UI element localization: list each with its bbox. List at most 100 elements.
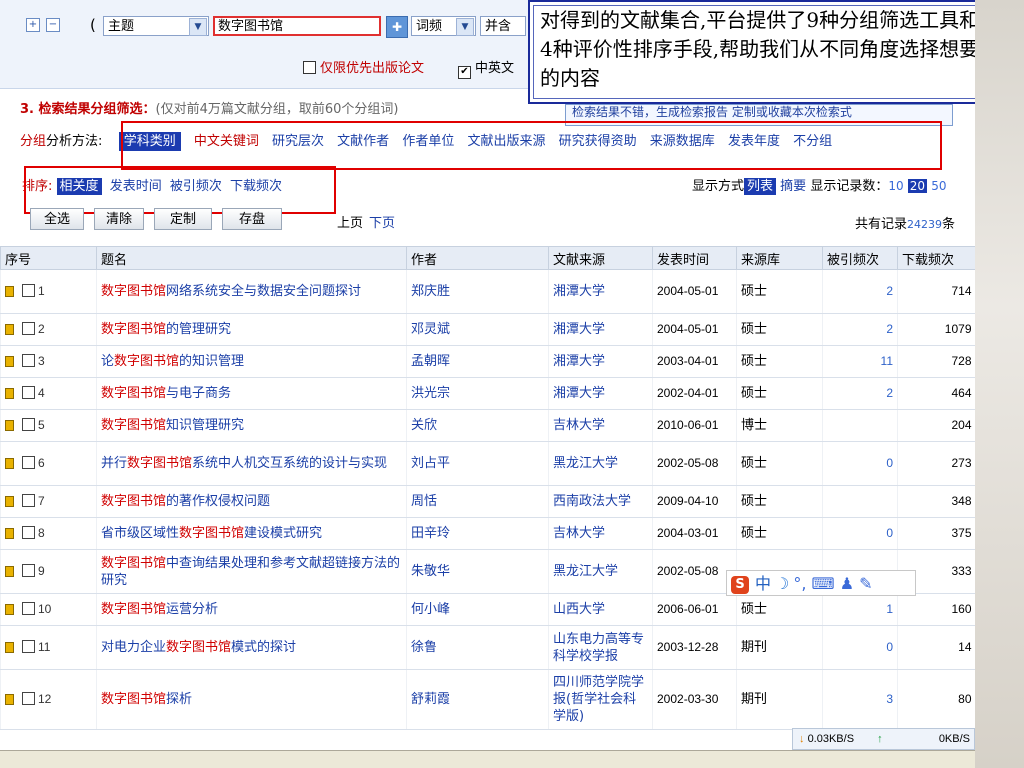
cell-author[interactable]: 邓灵斌: [406, 313, 549, 346]
ime-lang[interactable]: 中: [755, 574, 771, 593]
row-checkbox[interactable]: [22, 456, 35, 469]
cell-title[interactable]: 省市级区域性数字图书馆建设模式研究: [96, 517, 407, 550]
cell-title[interactable]: 数字图书馆的管理研究: [96, 313, 407, 346]
cell-cited[interactable]: 3: [822, 669, 898, 730]
keyword-input[interactable]: 数字图书馆: [213, 16, 381, 36]
save-button[interactable]: 存盘: [222, 208, 282, 230]
table-row[interactable]: 11 对电力企业数字图书馆模式的探讨 徐鲁 山东电力高等专科学校学报 2003-12-2…: [0, 625, 975, 670]
row-checkbox[interactable]: [22, 602, 35, 615]
cell-cited[interactable]: 0: [822, 441, 898, 486]
priority-option[interactable]: 仅限优先出版论文: [303, 57, 424, 76]
row-checkbox[interactable]: [22, 354, 35, 367]
cell-author[interactable]: 孟朝晖: [406, 345, 549, 378]
cell-cited[interactable]: 0: [822, 625, 898, 670]
ime-tools-icon[interactable]: °, ⌨ ♟ ✎: [793, 574, 872, 593]
row-checkbox[interactable]: [22, 494, 35, 507]
cell-title[interactable]: 数字图书馆中查询结果处理和参考文献超链接方法的研究: [96, 549, 407, 594]
row-checkbox[interactable]: [22, 640, 35, 653]
cell-source[interactable]: 吉林大学: [548, 409, 653, 442]
cell-cited[interactable]: 2: [822, 377, 898, 410]
cell-title[interactable]: 论数字图书馆的知识管理: [96, 345, 407, 378]
row-checkbox[interactable]: [22, 526, 35, 539]
row-checkbox[interactable]: [22, 386, 35, 399]
prev-page[interactable]: 上页: [337, 216, 363, 231]
lang-option[interactable]: ✔ 中英文: [458, 57, 514, 79]
cell-source[interactable]: 山西大学: [548, 593, 653, 626]
document-icon[interactable]: [5, 496, 14, 507]
document-icon[interactable]: [5, 356, 14, 367]
clear-button[interactable]: 清除: [94, 208, 144, 230]
cell-cited[interactable]: [822, 485, 898, 518]
cell-title[interactable]: 数字图书馆网络系统安全与数据安全问题探讨: [96, 269, 407, 314]
cell-title[interactable]: 数字图书馆探析: [96, 669, 407, 730]
table-row[interactable]: 7 数字图书馆的著作权侵权问题 周恬 西南政法大学 2009-04-10 硕士 348: [0, 485, 975, 518]
col-header-author[interactable]: 作者: [406, 246, 549, 270]
cell-author[interactable]: 田辛玲: [406, 517, 549, 550]
freq-select[interactable]: 词频 ▼: [411, 16, 476, 36]
document-icon[interactable]: [5, 694, 14, 705]
row-checkbox[interactable]: [22, 692, 35, 705]
col-header-downloads[interactable]: 下载频次: [897, 246, 975, 270]
display-list[interactable]: 列表: [744, 178, 777, 195]
cell-title[interactable]: 对电力企业数字图书馆模式的探讨: [96, 625, 407, 670]
cell-source[interactable]: 西南政法大学: [548, 485, 653, 518]
document-icon[interactable]: [5, 604, 14, 615]
cell-source[interactable]: 湘潭大学: [548, 269, 653, 314]
cell-author[interactable]: 郑庆胜: [406, 269, 549, 314]
col-header-db[interactable]: 来源库: [736, 246, 823, 270]
select-all-button[interactable]: 全选: [30, 208, 84, 230]
col-header-title[interactable]: 题名: [96, 246, 407, 270]
count-50[interactable]: 50: [931, 179, 946, 193]
cell-cited[interactable]: 11: [822, 345, 898, 378]
row-checkbox[interactable]: [22, 322, 35, 335]
minus-icon[interactable]: −: [46, 18, 60, 32]
ime-toolbar[interactable]: S 中 ☽ °, ⌨ ♟ ✎: [726, 570, 916, 596]
moon-icon[interactable]: ☽: [775, 574, 789, 593]
cell-cited[interactable]: 2: [822, 313, 898, 346]
row-checkbox[interactable]: [22, 418, 35, 431]
cell-source[interactable]: 黑龙江大学: [548, 441, 653, 486]
document-icon[interactable]: [5, 324, 14, 335]
cell-source[interactable]: 四川师范学院学报(哲学社会科学版): [548, 669, 653, 730]
priority-checkbox[interactable]: [303, 61, 316, 74]
col-header-source[interactable]: 文献来源: [548, 246, 653, 270]
table-row[interactable]: 6 并行数字图书馆系统中人机交互系统的设计与实现 刘占平 黑龙江大学 2002-05-0…: [0, 441, 975, 486]
document-icon[interactable]: [5, 420, 14, 431]
document-icon[interactable]: [5, 458, 14, 469]
next-page[interactable]: 下页: [369, 216, 395, 231]
cell-author[interactable]: 刘占平: [406, 441, 549, 486]
table-row[interactable]: 2 数字图书馆的管理研究 邓灵斌 湘潭大学 2004-05-01 硕士 2 1079: [0, 313, 975, 346]
count-10[interactable]: 10: [888, 179, 903, 193]
cell-title[interactable]: 并行数字图书馆系统中人机交互系统的设计与实现: [96, 441, 407, 486]
table-row[interactable]: 10 数字图书馆运营分析 何小峰 山西大学 2006-06-01 硕士 1 160: [0, 593, 975, 626]
cell-cited[interactable]: 1: [822, 593, 898, 626]
cell-author[interactable]: 何小峰: [406, 593, 549, 626]
cell-author[interactable]: 关欣: [406, 409, 549, 442]
cell-source[interactable]: 湘潭大学: [548, 345, 653, 378]
document-icon[interactable]: [5, 286, 14, 297]
document-icon[interactable]: [5, 528, 14, 539]
col-header-no[interactable]: 序号: [0, 246, 97, 270]
table-row[interactable]: 4 数字图书馆与电子商务 洪光宗 湘潭大学 2002-04-01 硕士 2 464: [0, 377, 975, 410]
row-checkbox[interactable]: [22, 564, 35, 577]
cell-title[interactable]: 数字图书馆的著作权侵权问题: [96, 485, 407, 518]
combine-select[interactable]: 并含: [480, 16, 526, 36]
cell-author[interactable]: 洪光宗: [406, 377, 549, 410]
plus-icon[interactable]: +: [26, 18, 40, 32]
field-select[interactable]: 主题 ▼: [103, 16, 209, 36]
document-icon[interactable]: [5, 388, 14, 399]
col-header-cited[interactable]: 被引频次: [822, 246, 898, 270]
customize-button[interactable]: 定制: [154, 208, 212, 230]
table-row[interactable]: 8 省市级区域性数字图书馆建设模式研究 田辛玲 吉林大学 2004-03-01 硕士 0 37…: [0, 517, 975, 550]
cell-source[interactable]: 黑龙江大学: [548, 549, 653, 594]
cell-author[interactable]: 舒莉霞: [406, 669, 549, 730]
cell-author[interactable]: 周恬: [406, 485, 549, 518]
lang-checkbox[interactable]: ✔: [458, 66, 471, 79]
cell-cited[interactable]: 2: [822, 269, 898, 314]
table-row[interactable]: 3 论数字图书馆的知识管理 孟朝晖 湘潭大学 2003-04-01 硕士 11 728: [0, 345, 975, 378]
cell-source[interactable]: 山东电力高等专科学校学报: [548, 625, 653, 670]
table-row[interactable]: 12 数字图书馆探析 舒莉霞 四川师范学院学报(哲学社会科学版) 2002-03-30 期…: [0, 669, 975, 730]
cell-source[interactable]: 湘潭大学: [548, 377, 653, 410]
cell-title[interactable]: 数字图书馆知识管理研究: [96, 409, 407, 442]
display-abstract[interactable]: 摘要: [780, 179, 806, 194]
